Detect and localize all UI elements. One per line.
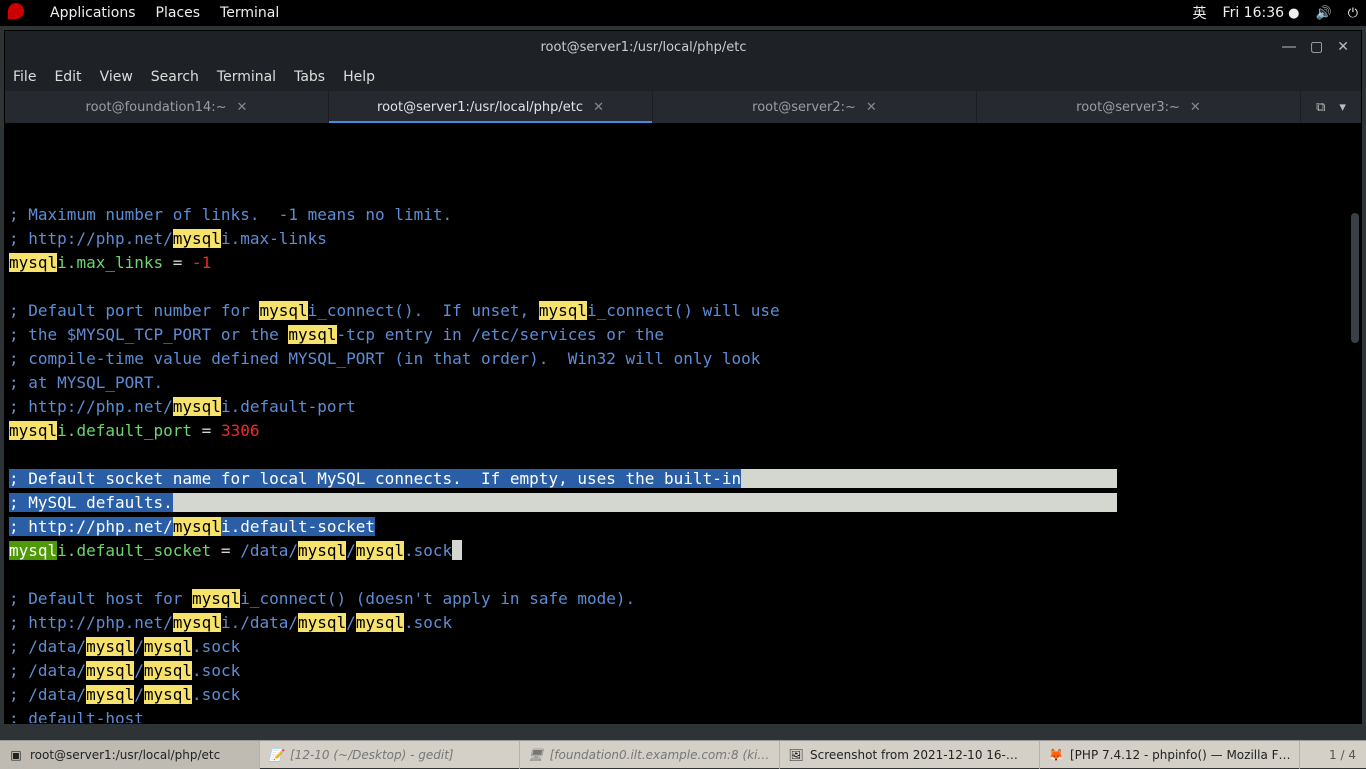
clock[interactable]: Fri 16:36 ● bbox=[1223, 5, 1300, 21]
chevron-down-icon[interactable]: ▾ bbox=[1339, 100, 1346, 115]
close-icon[interactable]: ✕ bbox=[237, 100, 248, 115]
vm-icon: 🖥 bbox=[528, 747, 544, 763]
menu-help[interactable]: Help bbox=[343, 69, 375, 85]
task-label: root@server1:/usr/local/php/etc bbox=[30, 748, 220, 762]
menu-tabs[interactable]: Tabs bbox=[294, 69, 325, 85]
terminal-body[interactable]: ; Maximum number of links. -1 means no l… bbox=[5, 123, 1361, 723]
task-gedit[interactable]: 📝 [12-10 (~/Desktop) - gedit] bbox=[260, 741, 520, 769]
task-label: [12-10 (~/Desktop) - gedit] bbox=[290, 748, 454, 762]
ime-indicator[interactable]: 英 bbox=[1193, 3, 1207, 23]
tab-server3[interactable]: root@server3:~ ✕ bbox=[977, 91, 1301, 123]
terminal-window: root@server1:/usr/local/php/etc ― ▢ ✕ Fi… bbox=[4, 30, 1362, 724]
gedit-icon: 📝 bbox=[268, 747, 284, 763]
task-terminal[interactable]: ▣ root@server1:/usr/local/php/etc bbox=[0, 741, 260, 769]
menu-search[interactable]: Search bbox=[151, 69, 199, 85]
menu-terminal[interactable]: Terminal bbox=[217, 69, 276, 85]
image-icon: 🖼 bbox=[788, 747, 804, 763]
close-icon[interactable]: ✕ bbox=[593, 100, 604, 115]
window-title: root@server1:/usr/local/php/etc bbox=[541, 40, 747, 55]
menubar: File Edit View Search Terminal Tabs Help bbox=[5, 63, 1361, 91]
titlebar[interactable]: root@server1:/usr/local/php/etc ― ▢ ✕ bbox=[5, 31, 1361, 63]
tab-label: root@server1:/usr/local/php/etc bbox=[377, 100, 583, 115]
task-screenshot[interactable]: 🖼 Screenshot from 2021-12-10 16-… bbox=[780, 741, 1040, 769]
power-icon[interactable]: ⏻ bbox=[1348, 6, 1358, 21]
volume-icon[interactable]: 🔊 bbox=[1316, 6, 1332, 21]
menu-applications[interactable]: Applications bbox=[50, 5, 136, 21]
terminal-icon: ▣ bbox=[8, 747, 24, 763]
tab-server2[interactable]: root@server2:~ ✕ bbox=[653, 91, 977, 123]
menu-file[interactable]: File bbox=[13, 69, 36, 85]
task-kiosk[interactable]: 🖥 [foundation0.ilt.example.com:8 (kio… bbox=[520, 741, 780, 769]
minimize-button[interactable]: ― bbox=[1282, 39, 1296, 55]
close-icon[interactable]: ✕ bbox=[866, 100, 877, 115]
redhat-icon bbox=[8, 3, 30, 23]
new-tab-icon[interactable]: ⧉ bbox=[1316, 100, 1325, 115]
workspace-indicator[interactable]: 1 / 4 bbox=[1319, 748, 1366, 762]
task-label: [foundation0.ilt.example.com:8 (kio… bbox=[550, 748, 771, 762]
menu-edit[interactable]: Edit bbox=[54, 69, 81, 85]
task-label: Screenshot from 2021-12-10 16-… bbox=[810, 748, 1018, 762]
gnome-taskbar: ▣ root@server1:/usr/local/php/etc 📝 [12-… bbox=[0, 740, 1366, 768]
task-label: [PHP 7.4.12 - phpinfo() — Mozilla F… bbox=[1070, 748, 1291, 762]
tab-label: root@server2:~ bbox=[752, 100, 856, 115]
close-button[interactable]: ✕ bbox=[1337, 39, 1349, 55]
tab-overflow[interactable]: ⧉ ▾ bbox=[1301, 91, 1361, 123]
text-cursor bbox=[452, 540, 462, 560]
menu-terminal[interactable]: Terminal bbox=[220, 5, 279, 21]
tab-label: root@server3:~ bbox=[1076, 100, 1180, 115]
menu-view[interactable]: View bbox=[100, 69, 133, 85]
tab-server1[interactable]: root@server1:/usr/local/php/etc ✕ bbox=[329, 91, 653, 123]
firefox-icon: 🦊 bbox=[1048, 747, 1064, 763]
scrollbar[interactable] bbox=[1351, 213, 1359, 343]
gnome-topbar: Applications Places Terminal 英 Fri 16:36… bbox=[0, 0, 1366, 26]
editor-content: ; Maximum number of links. -1 means no l… bbox=[9, 205, 1117, 723]
task-firefox[interactable]: 🦊 [PHP 7.4.12 - phpinfo() — Mozilla F… bbox=[1040, 741, 1300, 769]
tab-foundation14[interactable]: root@foundation14:~ ✕ bbox=[5, 91, 329, 123]
maximize-button[interactable]: ▢ bbox=[1310, 39, 1323, 55]
tab-bar: root@foundation14:~ ✕ root@server1:/usr/… bbox=[5, 91, 1361, 123]
close-icon[interactable]: ✕ bbox=[1190, 100, 1201, 115]
tab-label: root@foundation14:~ bbox=[86, 100, 227, 115]
menu-places[interactable]: Places bbox=[156, 5, 201, 21]
